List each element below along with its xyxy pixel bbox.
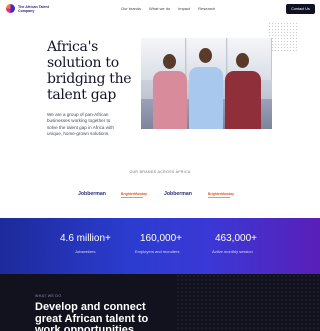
hero-description: We are a group of pan-African businesses… [47, 112, 114, 137]
brand-name: BrighterMonday [208, 192, 234, 196]
brand-logo-brightermonday[interactable]: BrighterMonday [121, 192, 147, 198]
stat-label-sessions: Active monthly session [212, 249, 253, 254]
brand-underline [121, 197, 143, 198]
decorative-dot-grid [176, 274, 320, 331]
nav-research[interactable]: Research [198, 6, 215, 11]
brand-name: Jobberman [78, 191, 106, 197]
company-logo[interactable]: The African Talent Company [6, 4, 58, 13]
brand-name: Jobberman [164, 191, 192, 197]
site-header: The African Talent Company Our brands Wh… [0, 0, 320, 18]
photo-head-center [199, 48, 212, 63]
photo-head-right [236, 53, 249, 68]
what-we-do-label: WHAT WE DO [35, 294, 62, 298]
stat-value-employers: 160,000+ [140, 233, 182, 244]
stat-value-jobseekers: 4.6 million+ [60, 233, 111, 244]
logo-text: The African Talent Company [18, 4, 49, 13]
photo-person-left [153, 71, 187, 129]
stat-value-sessions: 463,000+ [215, 233, 257, 244]
what-we-do-title: Develop and connect great African talent… [35, 301, 149, 331]
photo-person-right [225, 71, 261, 129]
photo-person-center [189, 67, 223, 129]
nav-impact[interactable]: Impact [178, 6, 190, 11]
brand-name: BrighterMonday [121, 192, 147, 196]
brand-logo-jobberman[interactable]: Jobberman [78, 191, 106, 197]
decorative-dot-grid [268, 22, 298, 52]
hero-team-photo [141, 38, 272, 129]
hero-title: Africa's solution to bridging the talent… [47, 39, 132, 103]
nav-our-brands[interactable]: Our brands [121, 6, 141, 11]
nav-what-we-do[interactable]: What we do [149, 6, 170, 11]
logo-mark-icon [6, 4, 15, 13]
stat-label-employers: Employers and recruiters [135, 249, 180, 254]
stat-label-jobseekers: Jobseekers [75, 249, 96, 254]
brands-section-label: OUR BRANDS ACROSS AFRICA [129, 170, 191, 174]
photo-head-left [163, 54, 176, 69]
stats-band [0, 218, 320, 274]
brand-logo-brightermonday[interactable]: BrighterMonday [208, 192, 234, 198]
contact-us-button[interactable]: Contact Us [286, 4, 315, 14]
brand-logo-jobberman[interactable]: Jobberman [164, 191, 192, 197]
brand-underline [208, 197, 230, 198]
main-nav: Our brands What we do Impact Research [121, 6, 215, 11]
